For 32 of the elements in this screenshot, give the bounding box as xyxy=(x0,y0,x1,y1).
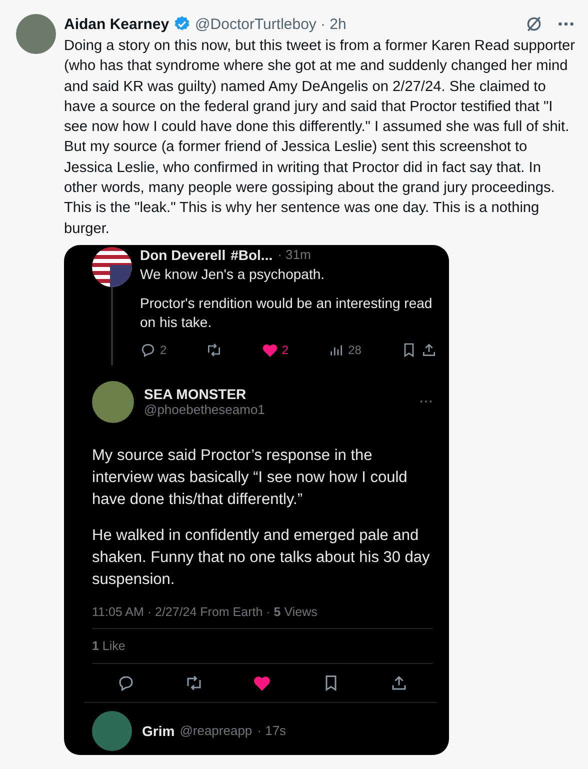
comment-icon xyxy=(140,342,156,358)
flag-avatar-icon xyxy=(92,246,132,287)
reply-text: Proctor's rendition would be an interesting read on his take. xyxy=(140,294,434,332)
reply-count: 2 xyxy=(160,342,167,357)
view-count: 28 xyxy=(348,342,362,357)
post-time[interactable]: · 2h xyxy=(320,16,346,32)
retweet-icon xyxy=(185,674,204,692)
author-handle[interactable]: @DoctorTurtleboy xyxy=(195,16,316,32)
avatar-photo-placeholder xyxy=(92,380,134,423)
reply-author-name: Grim xyxy=(142,722,175,739)
reply-author-tag: #Bol... xyxy=(230,246,273,263)
like-count: 2 xyxy=(282,342,288,357)
avatar-photo-placeholder xyxy=(92,710,132,751)
post-text: My source said Proctor’s response in the interview was basically “I see now how I could have done this/that differently.” xyxy=(92,446,408,510)
reply-author-handle: @reapreapp xyxy=(180,723,252,738)
post-meta: 11:05 AM · 2/27/24 From Earth · 5 Views xyxy=(92,604,318,619)
comment-icon xyxy=(117,674,136,692)
reply-author-name: Don Deverell xyxy=(140,246,226,263)
share-icon xyxy=(390,674,408,692)
post-text: Doing a story on this now, but this tweet is from a former Karen Read supporter (who has that syndrome where she got at me and suddenly changed her mind and said KR was guilty) named Amy DeAngelis on 2/27/24. She claimed to have a source on the federal grand jury and said that Proctor testified that "I see now how I could have done this differently." I assumed she was full of shit. But my source (a former friend of Jessica Leslie) sent this screenshot to Jessica Leslie, who confirmed in writing that Proctor did in fact say that. In other words, many people were gossiping about the grand jury proceedings. This is the "leak." This is why her sentence was one day. This is a nothing burger. xyxy=(64,37,576,239)
post-text: He walked in confidently and emerged pale and shaken. Funny that no one talks about his 30 day suspension. xyxy=(92,526,431,590)
more-options-icon xyxy=(419,399,433,404)
author-handle: @phoebetheseamo1 xyxy=(144,402,265,418)
reply-time: · 31m xyxy=(278,246,311,263)
retweet-icon xyxy=(206,342,222,358)
author-name: SEA MONSTER xyxy=(144,386,248,402)
author-name[interactable]: Aidan Kearney xyxy=(64,16,170,32)
reply-text: We know Jen's a psychopath. xyxy=(140,264,326,284)
reply-time: · 17s xyxy=(257,723,286,738)
like-count: 1 Like xyxy=(92,638,126,653)
share-icon xyxy=(420,342,437,358)
avatar-photo-placeholder[interactable] xyxy=(16,14,56,54)
